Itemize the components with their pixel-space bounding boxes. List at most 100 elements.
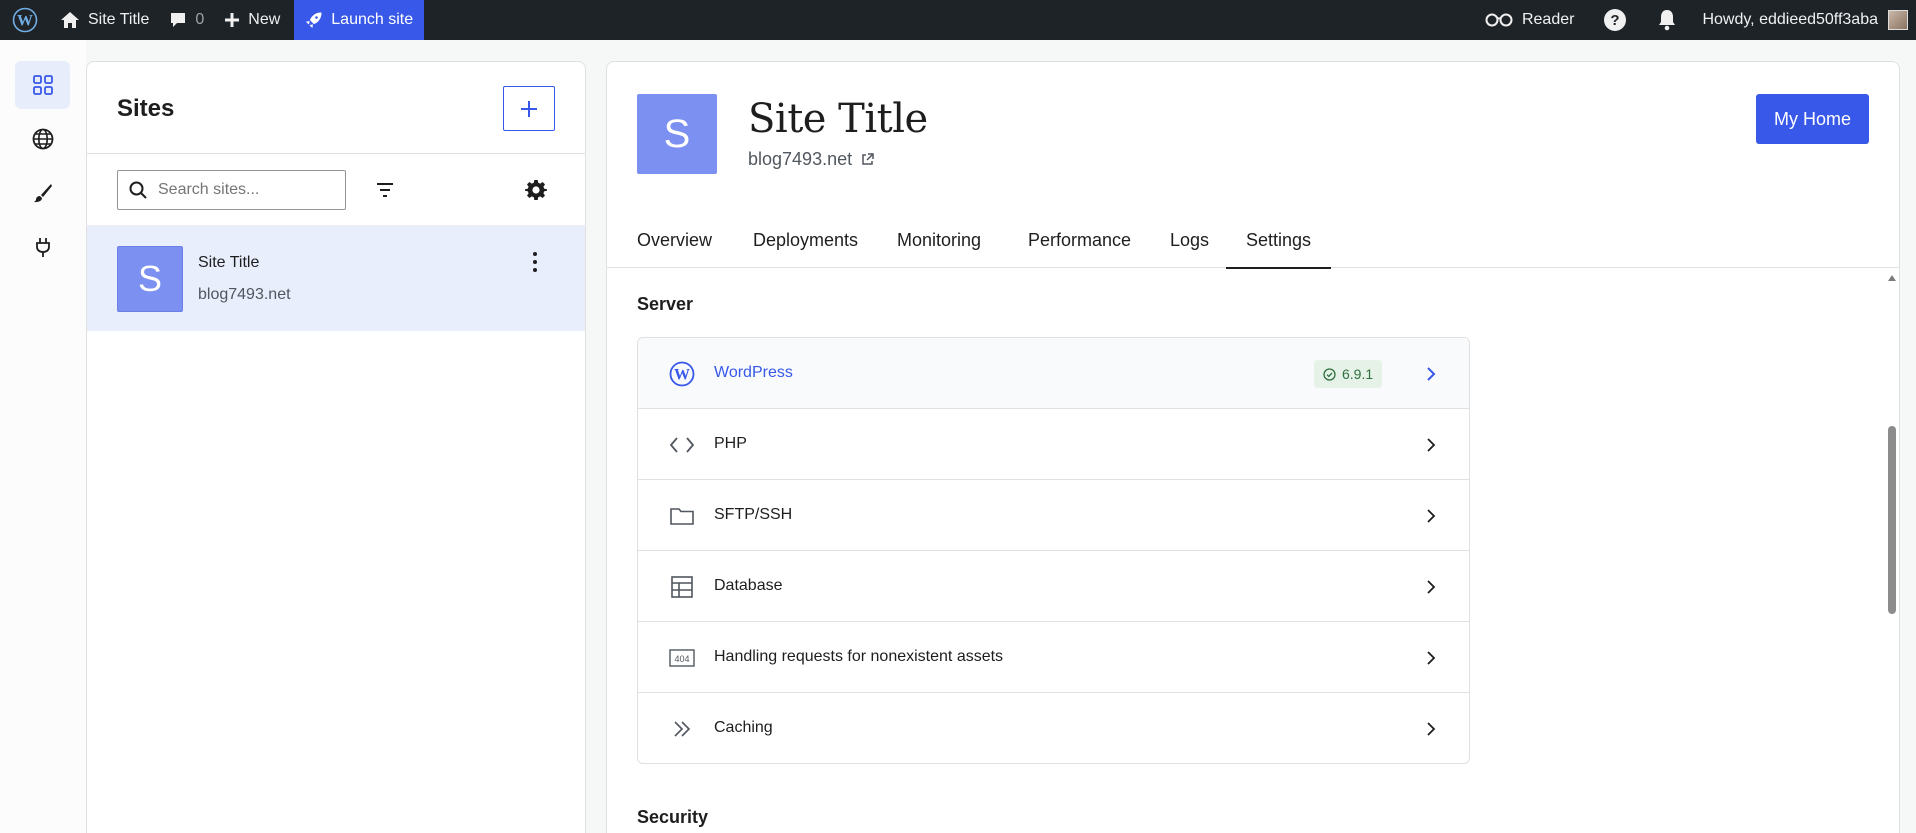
tab-overview[interactable]: Overview bbox=[637, 212, 712, 268]
site-header-domain-link[interactable]: blog7493.net bbox=[748, 149, 875, 170]
settings-row-wordpress[interactable]: W WordPress 6.9.1 bbox=[638, 338, 1469, 409]
settings-row-label: SFTP/SSH bbox=[714, 506, 793, 523]
search-sites-input[interactable] bbox=[158, 181, 328, 199]
404-icon: 404 bbox=[668, 644, 696, 672]
plug-icon bbox=[35, 238, 50, 257]
sites-settings-button[interactable] bbox=[518, 172, 554, 208]
content-scrollbar[interactable] bbox=[1885, 269, 1899, 833]
settings-row-label: Database bbox=[714, 577, 783, 594]
admin-bar: W Site Title 0 New Launch site Reader ? … bbox=[0, 0, 1916, 40]
help-icon: ? bbox=[1604, 9, 1627, 31]
chevron-right-icon bbox=[1419, 717, 1443, 741]
settings-content: Server W WordPress 6.9.1 PHP SFTP/SSH Da… bbox=[607, 269, 1885, 833]
launch-site-label: Launch site bbox=[331, 11, 414, 28]
add-site-button[interactable] bbox=[503, 86, 555, 131]
notifications-button[interactable] bbox=[1642, 0, 1692, 40]
settings-row-sftp[interactable]: SFTP/SSH bbox=[638, 480, 1469, 551]
sites-toolbar bbox=[87, 154, 585, 226]
adminbar-site-title[interactable]: Site Title bbox=[50, 0, 159, 40]
howdy-label: Howdy, eddieed50ff3aba bbox=[1702, 11, 1878, 28]
account-menu[interactable]: Howdy, eddieed50ff3aba bbox=[1692, 0, 1916, 40]
folder-icon bbox=[668, 502, 696, 530]
user-avatar bbox=[1888, 10, 1908, 30]
reader-label: Reader bbox=[1521, 11, 1575, 28]
rail-item-themes[interactable] bbox=[15, 169, 70, 217]
adminbar-site-title-label: Site Title bbox=[88, 11, 150, 28]
svg-text:W: W bbox=[17, 13, 33, 30]
scroll-up-arrow-icon[interactable] bbox=[1888, 275, 1896, 281]
sites-title: Sites bbox=[117, 95, 175, 122]
site-list-item[interactable]: S Site Title blog7493.net bbox=[87, 226, 585, 331]
svg-text:W: W bbox=[674, 367, 690, 384]
chevron-right-icon bbox=[1419, 362, 1443, 386]
external-link-icon bbox=[862, 153, 874, 165]
globe-icon bbox=[32, 128, 53, 150]
version-badge-label: 6.9.1 bbox=[1342, 366, 1374, 382]
site-header-title: Site Title bbox=[748, 96, 928, 142]
gear-icon bbox=[525, 180, 547, 200]
filter-button[interactable] bbox=[367, 172, 403, 208]
rail-item-plugins[interactable] bbox=[15, 223, 70, 271]
rail-item-dashboard[interactable] bbox=[15, 61, 70, 109]
check-circle-icon bbox=[1323, 367, 1336, 381]
chevrons-right-icon bbox=[668, 715, 696, 743]
settings-row-nonexistent-assets[interactable]: 404 Handling requests for nonexistent as… bbox=[638, 622, 1469, 693]
more-vertical-icon bbox=[533, 252, 537, 272]
chevron-right-icon bbox=[1419, 504, 1443, 528]
chevron-right-icon bbox=[1419, 575, 1443, 599]
sites-header: Sites bbox=[87, 62, 585, 154]
brush-icon bbox=[33, 184, 52, 203]
settings-row-label: Caching bbox=[714, 719, 773, 736]
settings-row-label: WordPress bbox=[714, 364, 793, 381]
code-icon bbox=[668, 431, 696, 459]
site-name[interactable]: Site Title bbox=[198, 254, 259, 272]
site-details-panel: S Site Title blog7493.net My Home Overvi… bbox=[606, 61, 1900, 833]
tab-performance[interactable]: Performance bbox=[1028, 212, 1131, 268]
security-section-title: Security bbox=[637, 807, 709, 827]
rocket-icon bbox=[306, 12, 322, 29]
wordpress-logo-icon[interactable]: W bbox=[0, 0, 50, 40]
svg-text:?: ? bbox=[1611, 12, 1620, 29]
search-icon bbox=[129, 181, 147, 199]
home-icon bbox=[61, 12, 79, 28]
tab-deployments[interactable]: Deployments bbox=[753, 212, 858, 268]
site-header-domain: blog7493.net bbox=[748, 149, 853, 169]
tab-settings[interactable]: Settings bbox=[1225, 212, 1332, 269]
version-badge: 6.9.1 bbox=[1314, 360, 1383, 388]
help-button[interactable]: ? bbox=[1588, 0, 1642, 40]
tab-monitoring[interactable]: Monitoring bbox=[897, 212, 981, 268]
settings-row-label: Handling requests for nonexistent assets bbox=[714, 648, 1004, 665]
reader-link[interactable]: Reader bbox=[1474, 0, 1588, 40]
site-avatar: S bbox=[117, 246, 183, 312]
adminbar-new-label: New bbox=[248, 11, 281, 28]
adminbar-comments[interactable]: 0 bbox=[159, 0, 214, 40]
comments-count: 0 bbox=[195, 11, 205, 28]
settings-row-label: PHP bbox=[714, 435, 747, 452]
reader-glasses-icon bbox=[1485, 13, 1513, 27]
tab-logs[interactable]: Logs bbox=[1170, 212, 1209, 268]
server-section-title: Server bbox=[637, 294, 694, 314]
filter-icon bbox=[377, 183, 393, 197]
rail-item-domains[interactable] bbox=[15, 115, 70, 163]
chevron-right-icon bbox=[1419, 433, 1443, 457]
adminbar-right: Reader ? Howdy, eddieed50ff3aba bbox=[1474, 0, 1916, 40]
404-icon-text: 404 bbox=[674, 654, 689, 664]
global-sidebar bbox=[0, 40, 86, 833]
wordpress-icon: W bbox=[668, 360, 696, 388]
server-settings-card: W WordPress 6.9.1 PHP SFTP/SSH Database … bbox=[637, 337, 1470, 764]
bell-icon bbox=[1659, 10, 1676, 31]
settings-row-caching[interactable]: Caching bbox=[638, 693, 1469, 763]
launch-site-button[interactable]: Launch site bbox=[294, 0, 425, 40]
comment-icon bbox=[171, 13, 186, 27]
adminbar-new[interactable]: New bbox=[214, 0, 290, 40]
table-icon bbox=[668, 573, 696, 601]
scrollbar-thumb[interactable] bbox=[1888, 426, 1896, 614]
site-header-avatar: S bbox=[637, 94, 717, 174]
settings-row-php[interactable]: PHP bbox=[638, 409, 1469, 480]
my-home-button[interactable]: My Home bbox=[1756, 94, 1869, 144]
chevron-right-icon bbox=[1419, 646, 1443, 670]
site-actions-menu[interactable] bbox=[521, 248, 549, 276]
sites-panel: Sites S Site Title blog7493.net bbox=[86, 61, 586, 833]
site-domain: blog7493.net bbox=[198, 286, 291, 303]
settings-row-database[interactable]: Database bbox=[638, 551, 1469, 622]
